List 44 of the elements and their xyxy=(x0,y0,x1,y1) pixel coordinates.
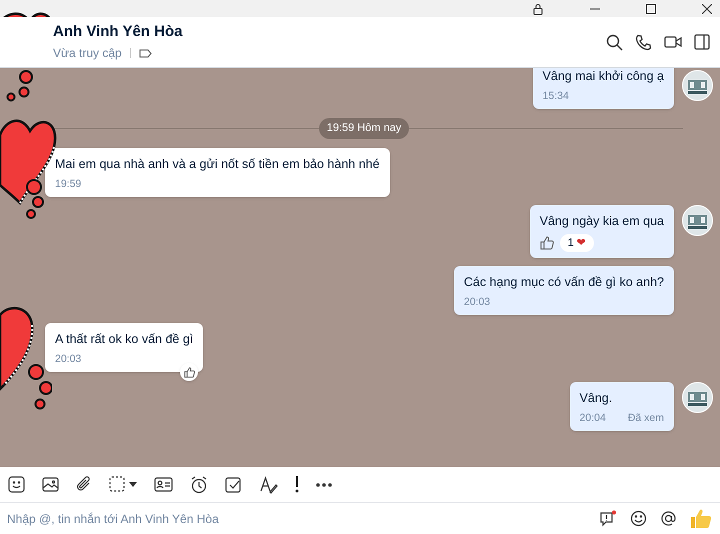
message-time: 15:34 xyxy=(542,89,569,103)
more-icon[interactable] xyxy=(316,482,332,486)
maximize-icon[interactable] xyxy=(646,4,656,14)
like-icon[interactable] xyxy=(540,236,554,250)
message-time: 20:03 xyxy=(464,295,490,309)
close-icon[interactable] xyxy=(702,4,712,14)
like-button[interactable] xyxy=(180,363,198,381)
message-text: Vâng ngày kia em qua xyxy=(540,212,664,230)
date-divider-label: 19:59 Hôm nay xyxy=(318,118,410,138)
quick-message-icon[interactable] xyxy=(599,510,617,527)
contact-name: Anh Vinh Yên Hòa xyxy=(53,22,184,42)
message-text: Mai em qua nhà anh và a gửi nốt số tiền em bảo hành nhé xyxy=(55,156,380,172)
message-text: Vâng. xyxy=(580,390,614,407)
message-time: 20:03 xyxy=(55,352,82,366)
message-text: A thất rất ok ko vấn đề gì xyxy=(55,331,194,348)
tag-icon[interactable] xyxy=(138,48,152,58)
search-icon[interactable] xyxy=(606,34,623,50)
caret-icon[interactable] xyxy=(129,482,137,487)
sidebar-toggle-icon[interactable] xyxy=(694,34,710,50)
screenshot-icon[interactable] xyxy=(109,476,126,493)
reaction-count: 1 xyxy=(568,236,574,250)
image-icon[interactable] xyxy=(42,476,59,493)
contact-card-icon[interactable] xyxy=(154,477,173,492)
urgent-icon[interactable] xyxy=(295,476,299,493)
contact-status: Vừa truy cập xyxy=(53,45,122,62)
screenshot-button[interactable] xyxy=(109,476,137,493)
mention-icon[interactable] xyxy=(660,510,677,527)
reaction-emoji: ❤ xyxy=(576,236,586,250)
message-time: 19:59 xyxy=(55,176,82,190)
emoji-icon[interactable] xyxy=(630,510,647,527)
sticker-icon[interactable] xyxy=(8,476,25,493)
video-call-icon[interactable] xyxy=(664,35,682,49)
phone-icon[interactable] xyxy=(635,34,652,50)
message-input[interactable]: Nhập @, tin nhắn tới Anh Vinh Yên Hòa xyxy=(7,510,599,528)
lock-icon[interactable] xyxy=(532,2,544,14)
paperclip-icon[interactable] xyxy=(76,476,92,493)
message-time: 20:04 xyxy=(580,411,606,425)
alarm-clock-icon[interactable] xyxy=(190,476,208,494)
message-text: Các hạng mục có vấn đề gì ko anh? xyxy=(464,274,664,291)
message-text: Vâng mai khởi công ạ xyxy=(542,68,664,85)
seen-status: Đã xem xyxy=(628,411,664,425)
text-format-icon[interactable] xyxy=(260,476,278,494)
task-checkbox-icon[interactable] xyxy=(225,476,243,494)
thumbs-up-icon[interactable] xyxy=(690,508,712,529)
